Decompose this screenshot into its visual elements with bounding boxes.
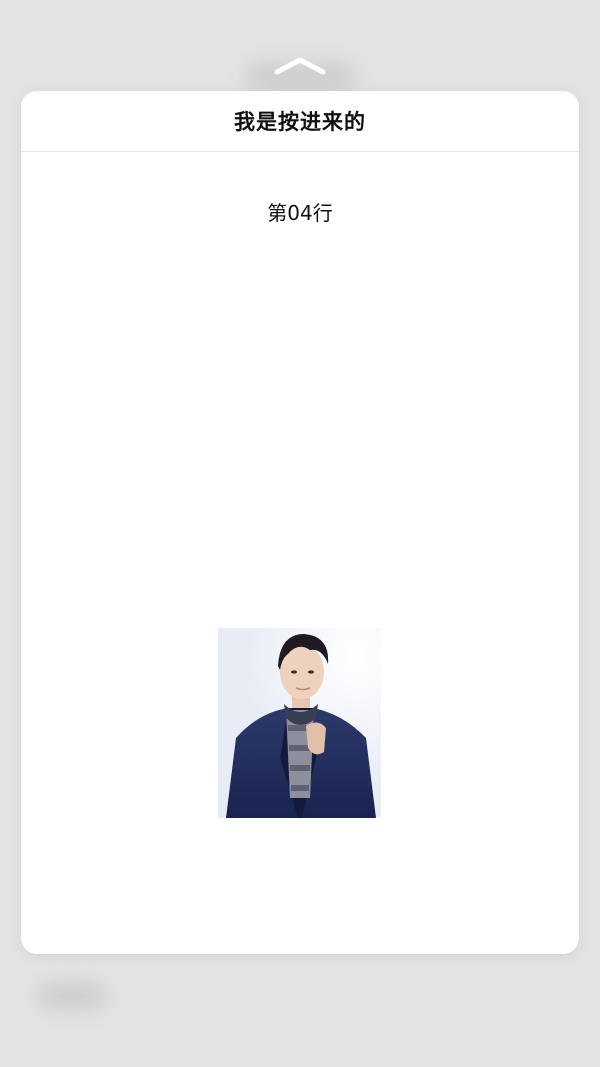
row-label: 第04行 bbox=[267, 201, 333, 225]
peek-preview-sheet[interactable]: 我是按进来的 第04行 bbox=[21, 91, 579, 954]
navigation-bar: 我是按进来的 bbox=[21, 91, 579, 152]
page-title: 我是按进来的 bbox=[234, 110, 366, 134]
background-blurred-label bbox=[36, 982, 108, 1010]
chevron-up-icon[interactable] bbox=[271, 52, 329, 80]
portrait-photo bbox=[218, 628, 381, 818]
